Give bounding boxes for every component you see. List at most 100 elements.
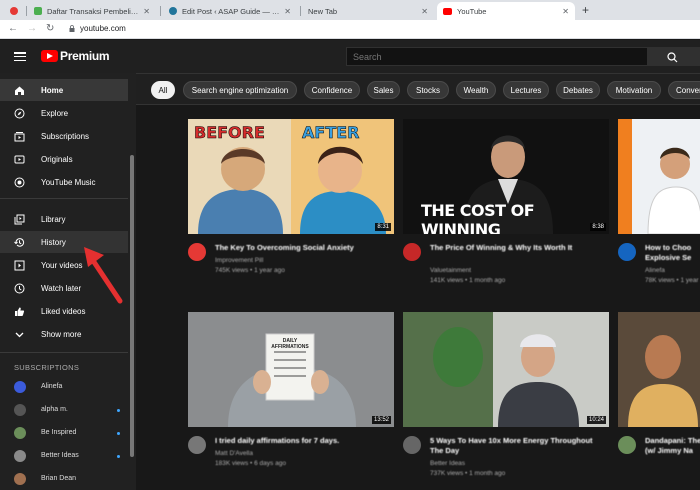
video-thumbnail[interactable] (618, 312, 700, 427)
red-arrow-annotation (84, 247, 123, 304)
video-thumbnail[interactable]: THE COST OF WINNING 8:38 (403, 119, 609, 234)
sidebar-item-label: Watch later (41, 283, 82, 293)
video-meta: 141K views • 1 month ago (430, 277, 506, 284)
browser-tab-pinned[interactable] (4, 2, 26, 20)
lock-icon[interactable] (69, 25, 75, 32)
video-channel[interactable]: Alinefa (645, 267, 665, 274)
video-title[interactable]: The Key To Overcoming Social Anxiety (215, 243, 395, 253)
chip-debates[interactable]: Debates (556, 81, 600, 99)
video-card[interactable]: THE COST OF WINNING 8:38 The Price Of Wi… (403, 119, 609, 299)
channel-avatar[interactable] (403, 243, 421, 261)
sidebar-item-explore[interactable]: Explore (0, 102, 128, 124)
video-meta: 745K views • 1 year ago (215, 267, 285, 274)
video-thumbnail[interactable]: BEFORE AFTER 8:31 (188, 119, 394, 234)
video-card[interactable]: 10:24 5 Ways To Have 10x More Energy Thr… (403, 312, 609, 490)
video-thumbnail[interactable]: DAILY AFFIRMATIONS 13:52 (188, 312, 394, 427)
url-text[interactable]: youtube.com (80, 24, 126, 33)
close-tab-icon[interactable]: ✕ (284, 7, 291, 16)
chip-sales[interactable]: Sales (367, 81, 400, 99)
channel-avatar[interactable] (188, 243, 206, 261)
video-title[interactable]: 5 Ways To Have 10x More Energy Throughou… (430, 436, 600, 456)
subscription-item[interactable]: Be Inspired (0, 422, 128, 444)
chip-search-engine-optimization[interactable]: Search engine optimization (183, 81, 297, 99)
video-title[interactable]: Dandapani: The (w/ Jimmy Na (645, 436, 700, 456)
search-button[interactable] (648, 47, 700, 66)
video-thumbnail[interactable]: 10:24 (403, 312, 609, 427)
video-channel[interactable]: Matt D'Avella (215, 450, 253, 457)
video-channel[interactable]: Better Ideas (430, 460, 465, 467)
subscription-item[interactable]: Brian Dean (0, 468, 128, 490)
chip-confidence[interactable]: Confidence (304, 81, 360, 99)
sidebar-scrollbar[interactable] (130, 155, 134, 457)
sidebar-item-subscriptions[interactable]: Subscriptions (0, 125, 128, 147)
video-card[interactable]: DAILY AFFIRMATIONS 13:52 I tried daily a… (188, 312, 394, 490)
close-tab-icon[interactable]: ✕ (143, 7, 150, 16)
channel-avatar[interactable] (618, 436, 636, 454)
sidebar-item-show-more[interactable]: Show more (0, 323, 128, 345)
video-title[interactable]: How to Choo Explosive Se (645, 243, 700, 263)
video-channel[interactable]: Improvement Pill (215, 257, 263, 264)
channel-avatar[interactable] (403, 436, 421, 454)
channel-avatar (14, 404, 26, 416)
sidebar-item-library[interactable]: Library (0, 208, 128, 230)
sidebar-item-home[interactable]: Home (0, 79, 128, 101)
chip-conversation[interactable]: Conver (668, 81, 700, 99)
search-input[interactable] (346, 47, 648, 66)
search-icon (667, 52, 678, 63)
new-content-dot (117, 409, 120, 412)
close-tab-icon[interactable]: ✕ (421, 7, 428, 16)
close-tab-icon[interactable]: ✕ (562, 7, 569, 16)
hamburger-menu-icon[interactable] (14, 52, 26, 62)
sidebar-item-label: Originals (41, 154, 73, 164)
video-card[interactable]: BEFORE AFTER 8:31 The Key To Overcoming … (188, 119, 394, 299)
thumb-text-before: BEFORE (194, 123, 265, 143)
video-channel[interactable]: Valuetainment (430, 267, 471, 274)
reload-icon[interactable]: ↻ (46, 23, 54, 34)
chip-lectures[interactable]: Lectures (503, 81, 549, 99)
your-videos-icon (14, 260, 25, 270)
thumbnail-illustration (618, 312, 700, 427)
back-arrow-icon[interactable]: ← (8, 23, 18, 34)
chip-all[interactable]: All (151, 81, 175, 99)
channel-avatar[interactable] (618, 243, 636, 261)
video-title[interactable]: The Price Of Winning & Why Its Worth It (430, 243, 610, 253)
sidebar-item-youtube-music[interactable]: YouTube Music (0, 171, 128, 193)
tab-separator (160, 6, 161, 16)
video-meta: 78K views • 1 year (645, 277, 699, 284)
new-content-dot (117, 455, 120, 458)
video-card[interactable]: How to Choo Explosive Se Alinefa 78K vie… (618, 119, 700, 299)
video-thumbnail[interactable] (618, 119, 700, 234)
video-duration: 10:24 (586, 416, 606, 424)
browser-tab-wordpress[interactable]: Edit Post ‹ ASAP Guide — Word ✕ (163, 2, 297, 20)
video-meta: 737K views • 1 month ago (430, 470, 506, 477)
sidebar-item-label: YouTube Music (41, 177, 96, 187)
category-chip-bar: All Search engine optimization Confidenc… (136, 73, 700, 105)
subscription-item[interactable]: Alinefa (0, 376, 128, 398)
chip-stocks[interactable]: Stocks (407, 81, 449, 99)
sidebar-item-label: Your videos (41, 260, 83, 270)
channel-avatar (14, 450, 26, 462)
compass-icon (14, 108, 25, 118)
channel-avatar[interactable] (188, 436, 206, 454)
forward-arrow-icon[interactable]: → (27, 23, 37, 34)
sidebar-item-label: Home (41, 85, 64, 95)
chip-motivation[interactable]: Motivation (607, 81, 661, 99)
sidebar-item-originals[interactable]: Originals (0, 148, 128, 170)
browser-tab-new-tab[interactable]: New Tab ✕ (302, 2, 434, 20)
youtube-logo-icon[interactable] (41, 50, 58, 62)
chip-wealth[interactable]: Wealth (456, 81, 496, 99)
sidebar-item-label: Subscriptions (41, 131, 90, 141)
chevron-down-icon (15, 332, 24, 337)
video-title[interactable]: I tried daily affirmations for 7 days. (215, 436, 395, 446)
store-favicon-icon (34, 7, 42, 15)
premium-brand[interactable]: Premium (60, 49, 110, 63)
browser-tab-transactions[interactable]: Daftar Transaksi Pembelian | Tok ✕ (28, 2, 156, 20)
new-tab-plus-icon[interactable]: + (582, 3, 589, 17)
subscription-item[interactable]: alpha m. (0, 399, 128, 421)
channel-avatar (14, 381, 26, 393)
browser-tab-youtube[interactable]: YouTube ✕ (437, 2, 575, 20)
sidebar-item-label: Show more (41, 329, 82, 339)
video-card[interactable]: Dandapani: The (w/ Jimmy Na (618, 312, 700, 490)
subscription-name: Be Inspired (41, 429, 77, 436)
subscription-item[interactable]: Better Ideas (0, 445, 128, 467)
